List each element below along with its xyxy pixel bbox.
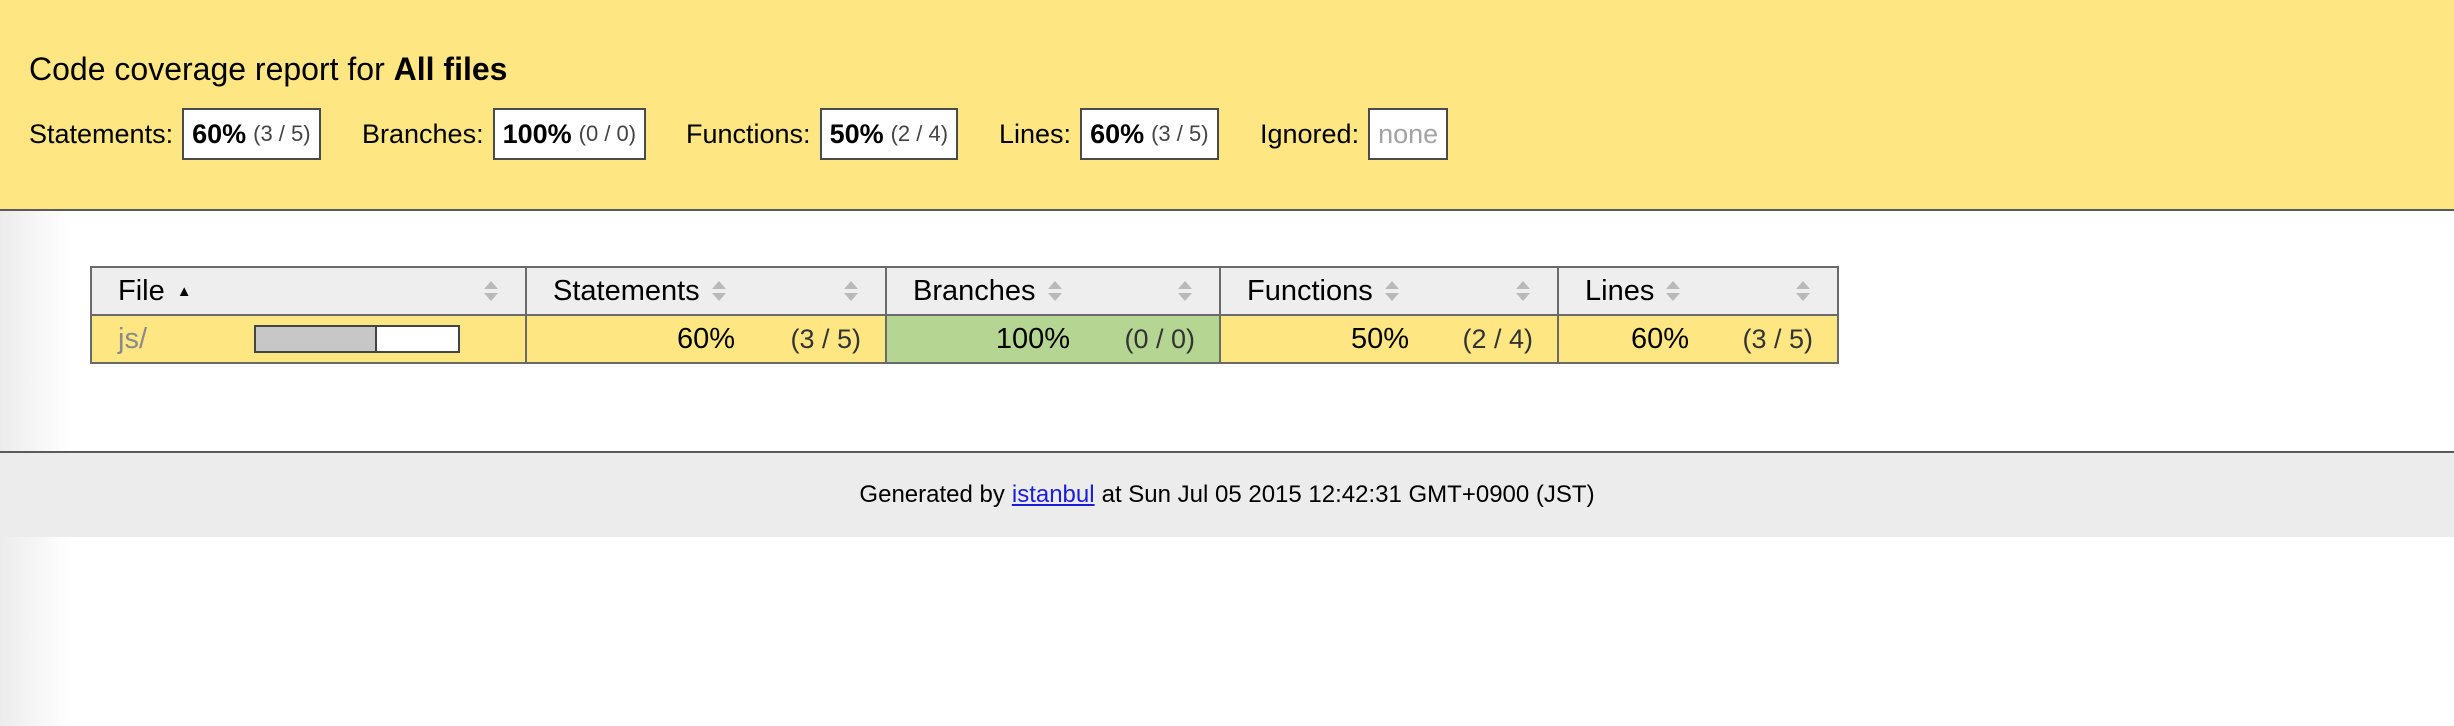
footer: Generated by istanbul at Sun Jul 05 2015…	[0, 451, 2454, 537]
summary-functions: Functions: 50% (2 / 4)	[686, 108, 959, 160]
summary-statements: Statements: 60% (3 / 5)	[29, 108, 321, 160]
summary-lines-box: 60% (3 / 5)	[1080, 108, 1219, 160]
sort-indicator-icon	[711, 280, 726, 302]
sort-ascending-icon: ▲	[176, 282, 192, 300]
summary-lines-frac: (3 / 5)	[1151, 121, 1209, 146]
summary-ignored-label: Ignored:	[1260, 118, 1360, 149]
summary-statements-box: 60% (3 / 5)	[182, 108, 321, 160]
branches-cell: 100% (0 / 0)	[885, 314, 1221, 364]
file-link[interactable]: js/	[118, 323, 147, 356]
footer-prefix: Generated by	[859, 481, 1005, 508]
column-header-lines[interactable]: Lines	[1557, 266, 1839, 316]
summary-statements-label: Statements:	[29, 118, 174, 149]
column-header-lines-label: Lines	[1585, 274, 1655, 307]
title-scope: All files	[393, 51, 508, 87]
lines-pct: 60%	[1630, 322, 1689, 355]
functions-cell: 50% (2 / 4)	[1219, 314, 1559, 364]
title-prefix: Code coverage report for	[29, 51, 385, 87]
report-header: Code coverage report for All files State…	[0, 0, 2454, 211]
footer-suffix: at Sun Jul 05 2015 12:42:31 GMT+0900 (JS…	[1101, 481, 1595, 508]
sort-toggle-icon[interactable]	[484, 280, 498, 302]
summary-branches: Branches: 100% (0 / 0)	[362, 108, 647, 160]
summary-branches-frac: (0 / 0)	[578, 121, 637, 146]
column-header-statements[interactable]: Statements	[525, 266, 887, 316]
statements-cell: 60% (3 / 5)	[525, 314, 887, 364]
istanbul-link[interactable]: istanbul	[1012, 481, 1095, 509]
lines-cell: 60% (3 / 5)	[1557, 314, 1839, 364]
summary-functions-pct: 50%	[829, 118, 884, 149]
summary-functions-box: 50% (2 / 4)	[819, 108, 959, 160]
summary-ignored-value: none	[1378, 118, 1439, 149]
sort-toggle-icon[interactable]	[1516, 280, 1530, 302]
sort-indicator-icon	[1047, 280, 1062, 302]
lines-frac: (3 / 5)	[1742, 323, 1813, 354]
coverage-bar	[254, 325, 460, 353]
coverage-table: File ▲ Statements Branches Functions Lin…	[90, 266, 1839, 364]
column-header-functions-label: Functions	[1247, 274, 1373, 307]
statements-frac: (3 / 5)	[790, 323, 861, 354]
table-header-row: File ▲ Statements Branches Functions Lin…	[90, 266, 1839, 316]
page-title: Code coverage report for All files	[29, 50, 507, 88]
coverage-bar-fill	[256, 327, 378, 351]
branches-pct: 100%	[995, 322, 1070, 355]
summary-statements-frac: (3 / 5)	[253, 121, 311, 146]
file-cell: js/	[90, 314, 527, 364]
table-row: js/ 60% (3 / 5) 100% (0 / 0) 50% (2 / 4)…	[90, 314, 1839, 364]
column-header-branches-label: Branches	[913, 274, 1036, 307]
summary-branches-pct: 100%	[502, 118, 572, 149]
sort-indicator-icon	[1384, 280, 1399, 302]
summary-lines: Lines: 60% (3 / 5)	[999, 108, 1219, 160]
column-header-branches[interactable]: Branches	[885, 266, 1221, 316]
branches-frac: (0 / 0)	[1124, 323, 1195, 354]
summary-ignored-box: none	[1368, 108, 1449, 160]
column-header-file[interactable]: File ▲	[90, 266, 527, 316]
summary-functions-label: Functions:	[686, 118, 811, 149]
summary-lines-label: Lines:	[999, 118, 1072, 149]
column-header-file-label: File	[118, 274, 165, 307]
sort-indicator-icon	[1666, 280, 1681, 302]
summary-branches-label: Branches:	[362, 118, 484, 149]
statements-pct: 60%	[676, 322, 735, 355]
column-header-statements-label: Statements	[553, 274, 700, 307]
functions-pct: 50%	[1350, 322, 1409, 355]
summary-branches-box: 100% (0 / 0)	[492, 108, 647, 160]
sort-toggle-icon[interactable]	[844, 280, 858, 302]
summary-ignored: Ignored: none	[1260, 108, 1449, 160]
summary-lines-pct: 60%	[1090, 118, 1145, 149]
sort-toggle-icon[interactable]	[1178, 280, 1192, 302]
summary-statements-pct: 60%	[192, 118, 247, 149]
functions-frac: (2 / 4)	[1462, 323, 1533, 354]
column-header-functions[interactable]: Functions	[1219, 266, 1559, 316]
sort-toggle-icon[interactable]	[1796, 280, 1810, 302]
summary-functions-frac: (2 / 4)	[890, 121, 949, 146]
